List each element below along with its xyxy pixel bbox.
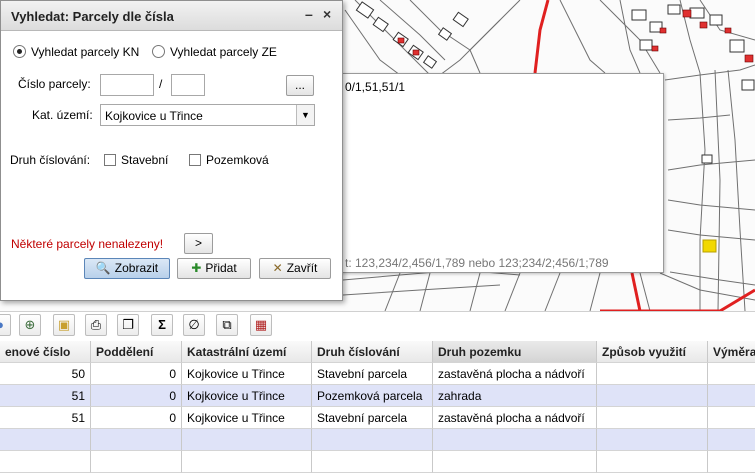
zoom-map-icon: 🔍 xyxy=(95,261,111,276)
grid-toolbar: ● ⊕ ▣ ⎙ ❐ Σ ∅ ⧉ ▦ xyxy=(0,311,755,341)
empty-cell xyxy=(312,451,433,473)
cell-cislo: 51 xyxy=(0,407,91,429)
cell-katastralni-uzemi: Kojkovice u Třince xyxy=(182,407,312,429)
minimize-icon[interactable]: – xyxy=(305,6,313,22)
expand-button[interactable]: > xyxy=(184,233,213,254)
cell-druh-pozemku: zastavěná plocha a nádvoří xyxy=(433,407,597,429)
popup-text-parcels: 0/1,51,51/1 xyxy=(345,80,406,94)
pozemkova-checkbox[interactable] xyxy=(189,154,201,166)
dialog-titlebar[interactable]: Vyhledat: Parcely dle čísla – × xyxy=(1,1,342,31)
empty-cell xyxy=(312,429,433,451)
layers-icon[interactable]: ⧉ xyxy=(216,314,238,336)
kat-uzemi-label: Kat. území: xyxy=(32,108,93,122)
zoom-to-icon[interactable]: ⊕ xyxy=(19,314,41,336)
add-icon: ✚ xyxy=(191,261,202,276)
column-header-druh-cislovani[interactable]: Druh číslování xyxy=(312,341,433,363)
cell-katastralni-uzemi: Kojkovice u Třince xyxy=(182,385,312,407)
cell-druh-cislovani: Pozemková parcela xyxy=(312,385,433,407)
column-header-zpusob-vyuziti[interactable]: Způsob využití xyxy=(597,341,708,363)
close-x-icon: ✕ xyxy=(272,261,283,276)
kat-uzemi-value: Kojkovice u Třince xyxy=(105,109,203,123)
popup-text-hint: t: 123,234/2,456/1,789 nebo 123;234/2;45… xyxy=(345,256,609,270)
cell-podeleni: 0 xyxy=(91,407,182,429)
cell-zpusob-vyuziti xyxy=(597,385,708,407)
empty-cell xyxy=(0,451,91,473)
column-header-druh-pozemku[interactable]: Druh pozemku xyxy=(433,341,597,363)
table-icon[interactable]: ▦ xyxy=(250,314,272,336)
dialog-title: Vyhledat: Parcely dle čísla xyxy=(11,9,174,24)
cislo-parcely-label: Číslo parcely: xyxy=(18,77,91,91)
column-header-cislo[interactable]: enové číslo xyxy=(0,341,91,363)
zobrazit-button[interactable]: 🔍 Zobrazit xyxy=(84,258,170,279)
radio-ze-label[interactable]: Vyhledat parcely ZE xyxy=(170,45,277,59)
cell-podeleni: 0 xyxy=(91,385,182,407)
empty-cell xyxy=(182,429,312,451)
empty-cell xyxy=(91,429,182,451)
image-icon[interactable]: ▣ xyxy=(53,314,75,336)
null-icon[interactable]: ∅ xyxy=(183,314,205,336)
empty-cell xyxy=(597,429,708,451)
radio-ze[interactable] xyxy=(152,45,165,58)
empty-cell xyxy=(708,429,755,451)
zobrazit-label: Zobrazit xyxy=(114,261,159,275)
empty-cell xyxy=(597,451,708,473)
stavebni-checkbox[interactable] xyxy=(104,154,116,166)
search-dialog: Vyhledat: Parcely dle čísla – × Vyhledat… xyxy=(0,0,343,301)
column-header-podeleni[interactable]: Poddělení xyxy=(91,341,182,363)
cislo-slash: / xyxy=(159,77,163,91)
pozemkova-label[interactable]: Pozemková xyxy=(206,153,269,167)
cell-vymera xyxy=(708,407,755,429)
druh-cislovani-label: Druh číslování: xyxy=(10,153,91,167)
cell-zpusob-vyuziti xyxy=(597,363,708,385)
column-header-katastralni-uzemi[interactable]: Katastrální území xyxy=(182,341,312,363)
close-icon[interactable]: × xyxy=(323,6,331,22)
sum-icon[interactable]: Σ xyxy=(151,314,173,336)
empty-cell xyxy=(182,451,312,473)
empty-cell xyxy=(708,451,755,473)
cell-druh-pozemku: zastavěná plocha a nádvoří xyxy=(433,363,597,385)
cell-druh-cislovani: Stavební parcela xyxy=(312,363,433,385)
copy-icon[interactable]: ❐ xyxy=(117,314,139,336)
cell-druh-pozemku: zahrada xyxy=(433,385,597,407)
cell-cislo: 50 xyxy=(0,363,91,385)
cell-katastralni-uzemi: Kojkovice u Třince xyxy=(182,363,312,385)
empty-cell xyxy=(0,429,91,451)
cell-cislo: 51 xyxy=(0,385,91,407)
info-popup: 0/1,51,51/1 t: 123,234/2,456/1,789 nebo … xyxy=(300,73,664,273)
cell-podeleni: 0 xyxy=(91,363,182,385)
cell-zpusob-vyuziti xyxy=(597,407,708,429)
chevron-down-icon[interactable]: ▼ xyxy=(296,105,314,125)
empty-cell xyxy=(91,451,182,473)
empty-cell xyxy=(433,451,597,473)
results-grid: enové číslo Poddělení Katastrální území … xyxy=(0,341,755,473)
more-button[interactable]: ... xyxy=(286,75,314,96)
zavrit-button[interactable]: ✕ Zavřít xyxy=(259,258,331,279)
pridat-button[interactable]: ✚ Přidat xyxy=(177,258,251,279)
cell-vymera xyxy=(708,385,755,407)
empty-cell xyxy=(433,429,597,451)
column-header-vymera[interactable]: Výměra xyxy=(708,341,755,363)
cislo-parcely-input-kmen[interactable] xyxy=(100,74,154,96)
print-icon[interactable]: ⎙ xyxy=(85,314,107,336)
error-message: Některé parcely nenalezeny! xyxy=(11,237,164,251)
cell-druh-cislovani: Stavební parcela xyxy=(312,407,433,429)
stavebni-label[interactable]: Stavební xyxy=(121,153,168,167)
cislo-parcely-input-podlomeni[interactable] xyxy=(171,74,205,96)
radio-kn-label[interactable]: Vyhledat parcely KN xyxy=(31,45,139,59)
circle-icon[interactable]: ● xyxy=(0,314,11,336)
zavrit-label: Zavřít xyxy=(286,261,318,275)
cell-vymera xyxy=(708,363,755,385)
kat-uzemi-select[interactable]: Kojkovice u Třince ▼ xyxy=(100,104,315,126)
pridat-label: Přidat xyxy=(205,261,237,275)
radio-kn[interactable] xyxy=(13,45,26,58)
